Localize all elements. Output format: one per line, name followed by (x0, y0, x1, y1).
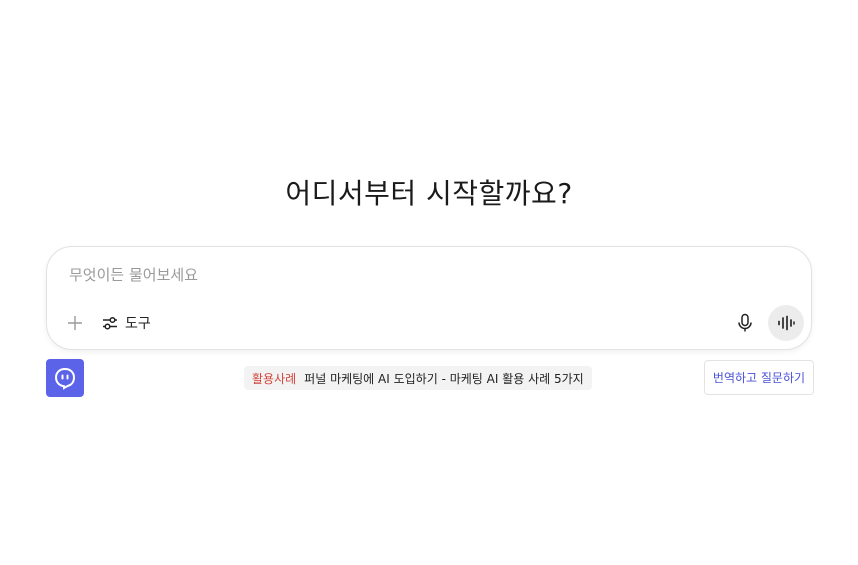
page: 어디서부터 시작할까요? 도구 (0, 0, 858, 565)
assistant-button[interactable] (46, 359, 84, 397)
voice-mode-button[interactable] (768, 305, 804, 341)
tools-label: 도구 (125, 316, 151, 332)
microphone-icon (738, 313, 752, 332)
promo-banner[interactable]: 활용사례 퍼널 마케팅에 AI 도입하기 - 마케팅 AI 활용 사례 5가지 (244, 366, 592, 390)
add-attachment-button[interactable] (63, 311, 87, 335)
prompt-input[interactable] (67, 261, 771, 289)
promo-tag: 활용사례 (252, 371, 297, 386)
prompt-composer: 도구 (46, 246, 812, 350)
sliders-icon (103, 316, 117, 330)
plus-icon (68, 316, 82, 330)
page-title: 어디서부터 시작할까요? (285, 177, 573, 210)
promo-text: 퍼널 마케팅에 AI 도입하기 - 마케팅 AI 활용 사례 5가지 (304, 371, 584, 386)
assistant-face-icon (54, 367, 76, 390)
microphone-button[interactable] (733, 311, 757, 335)
voice-wave-icon (778, 315, 795, 331)
tools-button[interactable]: 도구 (101, 311, 151, 335)
translate-and-ask-button[interactable]: 번역하고 질문하기 (704, 360, 814, 395)
